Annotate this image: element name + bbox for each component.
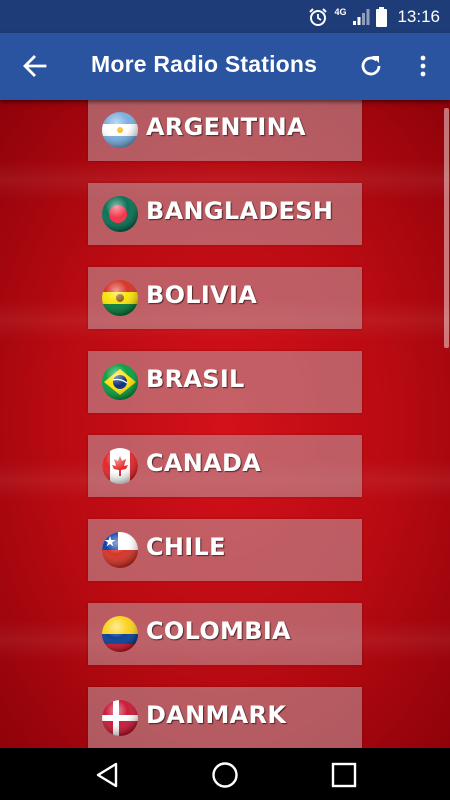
country-item-bolivia[interactable]: BOLIVIA — [88, 267, 362, 329]
refresh-icon[interactable] — [358, 53, 384, 79]
country-name: BOLIVIA — [146, 281, 258, 309]
country-item-argentina[interactable]: ARGENTINA — [88, 100, 362, 161]
country-name: BANGLADESH — [146, 197, 334, 225]
country-item-canada[interactable]: CANADA — [88, 435, 362, 497]
bolivia-flag-icon — [102, 280, 138, 316]
back-arrow-icon[interactable] — [22, 53, 48, 79]
country-item-brasil[interactable]: BRASIL — [88, 351, 362, 413]
recents-square-icon[interactable] — [329, 760, 359, 790]
alarm-icon — [309, 7, 328, 26]
country-item-chile[interactable]: CHILE — [88, 519, 362, 581]
bangladesh-flag-icon — [102, 196, 138, 232]
colombia-flag-icon — [102, 616, 138, 652]
status-bar: 4G 13:16 — [0, 0, 450, 33]
brasil-flag-icon — [102, 364, 138, 400]
home-circle-icon[interactable] — [210, 760, 240, 790]
country-name: CHILE — [146, 533, 226, 561]
country-name: DANMARK — [146, 701, 287, 729]
more-options-icon[interactable] — [410, 53, 436, 79]
country-name: COLOMBIA — [146, 617, 291, 645]
back-triangle-icon[interactable] — [92, 760, 122, 790]
country-name: BRASIL — [146, 365, 245, 393]
country-item-danmark[interactable]: DANMARK — [88, 687, 362, 748]
argentina-flag-icon — [102, 112, 138, 148]
system-navigation-bar — [0, 748, 450, 800]
battery-icon — [376, 6, 388, 27]
scrollbar-thumb[interactable] — [444, 108, 449, 348]
canada-flag-icon — [102, 448, 138, 484]
app-bar: More Radio Stations — [0, 33, 450, 100]
country-list-container[interactable]: ARGENTINA BANGLADESH BOLIVIA BRASIL CANA… — [0, 100, 450, 748]
chile-flag-icon — [102, 532, 138, 568]
country-name: ARGENTINA — [146, 113, 306, 141]
country-item-colombia[interactable]: COLOMBIA — [88, 603, 362, 665]
network-type-label: 4G — [334, 6, 347, 17]
signal-icon — [353, 8, 370, 25]
danmark-flag-icon — [102, 700, 138, 736]
country-item-bangladesh[interactable]: BANGLADESH — [88, 183, 362, 245]
clock-time: 13:16 — [397, 6, 440, 26]
page-title: More Radio Stations — [91, 51, 318, 77]
country-name: CANADA — [146, 449, 262, 477]
